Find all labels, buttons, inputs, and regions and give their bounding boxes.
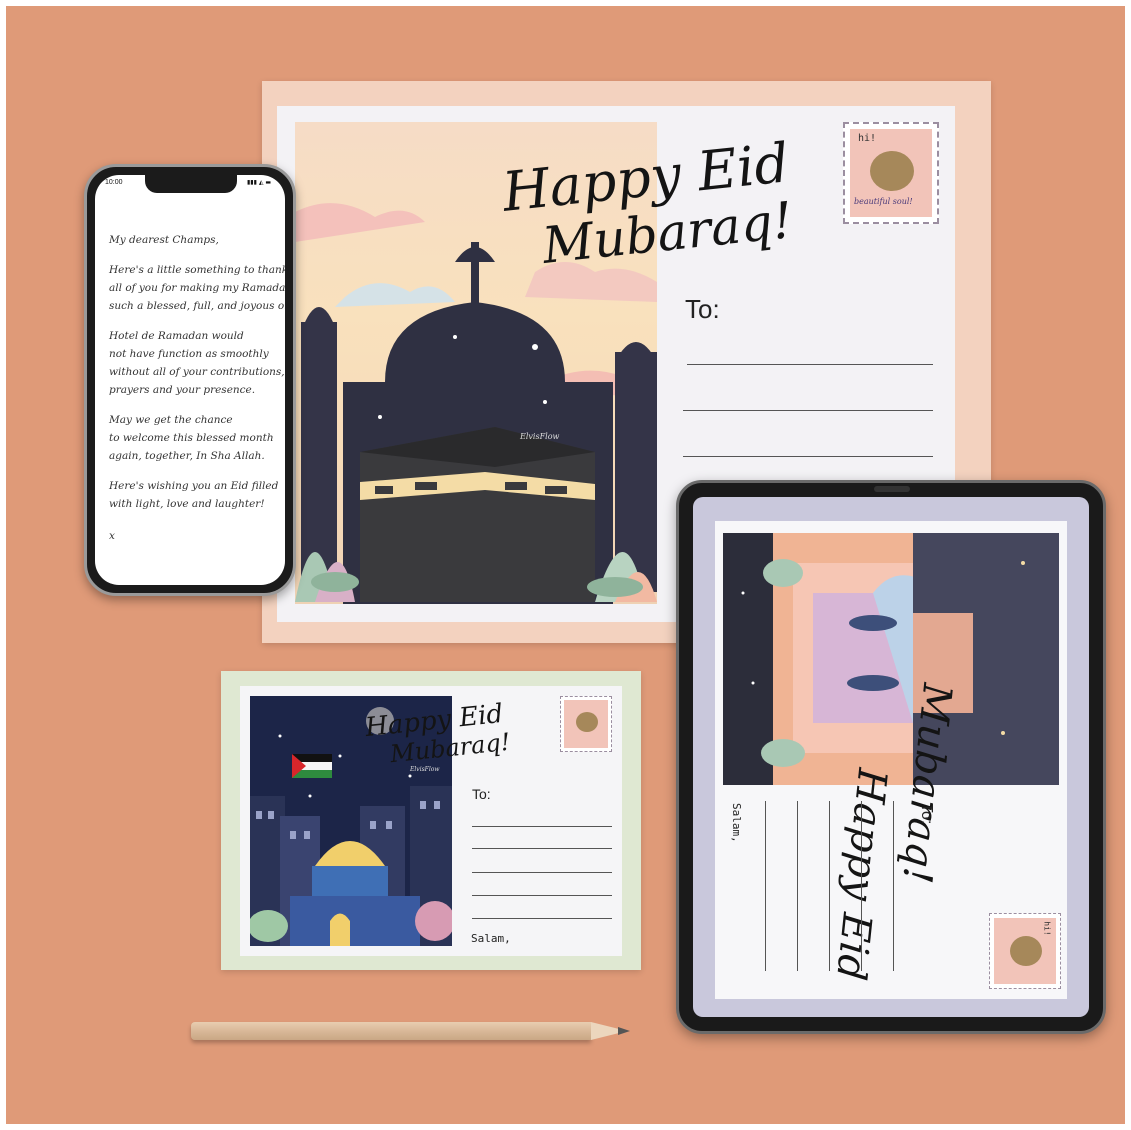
letter-p1-line3: such a blessed, full, and joyous one. bbox=[109, 300, 285, 312]
small-bear-icon bbox=[576, 712, 598, 732]
tablet-illustration bbox=[723, 533, 1059, 785]
tablet-bear-icon bbox=[1010, 936, 1042, 966]
main-address-line-3 bbox=[683, 456, 933, 457]
main-to-label: To: bbox=[685, 294, 720, 324]
letter-signoff: x bbox=[109, 530, 115, 542]
arch-illustration bbox=[723, 533, 1059, 785]
letter-p2-line2: not have function as smoothly bbox=[109, 348, 269, 360]
small-address-line-5 bbox=[472, 918, 612, 919]
small-stamp bbox=[560, 696, 612, 752]
tablet-camera bbox=[874, 486, 910, 492]
scene-background: ElvisFlow Happy Eid Mubaraq! hi! beautif… bbox=[6, 6, 1125, 1124]
phone-notch bbox=[145, 175, 237, 193]
letter-p1-line1: Here's a little something to thank bbox=[109, 264, 285, 276]
main-address-line-2 bbox=[683, 410, 933, 411]
tablet-postcard: Happy Eid Mubaraq! To: Salam, hi! bbox=[715, 521, 1067, 999]
letter-p1-line2: all of you for making my Ramadan bbox=[109, 282, 285, 294]
main-stamp: hi! beautiful soul! bbox=[843, 122, 939, 224]
letter-p3-line2: to welcome this blessed month bbox=[109, 432, 274, 444]
tablet: Happy Eid Mubaraq! To: Salam, hi! bbox=[676, 480, 1106, 1034]
small-to-label: To: bbox=[472, 786, 491, 802]
tablet-address-line-2 bbox=[797, 801, 798, 971]
phone-status-time: 10:00 bbox=[105, 179, 123, 186]
letter-p2-line4: prayers and your presence. bbox=[109, 384, 256, 396]
tablet-address-line-4 bbox=[861, 801, 862, 971]
letter-p4-line2: with light, love and laughter! bbox=[109, 498, 265, 510]
tablet-stamp-hi: hi! bbox=[1042, 921, 1052, 936]
small-address-line-4 bbox=[472, 895, 612, 896]
main-address-line-1 bbox=[687, 364, 933, 365]
tablet-stamp: hi! bbox=[989, 913, 1061, 989]
small-illustration-signature: ElvisFlow bbox=[410, 766, 440, 773]
pencil-lead bbox=[618, 1027, 630, 1035]
letter-p4-line1: Here's wishing you an Eid filled bbox=[109, 480, 279, 492]
phone-letter: My dearest Champs, Here's a little somet… bbox=[109, 231, 285, 545]
small-address-line-1 bbox=[472, 826, 612, 827]
tablet-screen: Happy Eid Mubaraq! To: Salam, hi! bbox=[693, 497, 1089, 1017]
tablet-address-line-3 bbox=[829, 801, 830, 971]
letter-p2-line1: Hotel de Ramadan would bbox=[109, 330, 244, 342]
small-address-line-2 bbox=[472, 848, 612, 849]
bear-icon bbox=[870, 151, 914, 191]
pencil bbox=[191, 1022, 591, 1040]
tablet-salam: Salam, bbox=[730, 803, 743, 843]
main-stamp-hi: hi! bbox=[858, 133, 877, 144]
letter-p2-line3: without all of your contributions, bbox=[109, 366, 285, 378]
main-stamp-caption: beautiful soul! bbox=[854, 197, 913, 206]
letter-p3-line3: again, together, In Sha Allah. bbox=[109, 450, 265, 462]
phone: 10:00 ▮▮▮ ◭ ▬ My dearest Champs, Here's … bbox=[84, 164, 296, 596]
small-salam: Salam, bbox=[471, 932, 511, 945]
letter-greeting: My dearest Champs, bbox=[109, 234, 219, 246]
small-postcard: ElvisFlow Happy Eid Mubaraq! To: Salam, bbox=[240, 686, 622, 956]
tablet-to-label: To: bbox=[918, 803, 935, 825]
letter-p3-line1: May we get the chance bbox=[109, 414, 233, 426]
illustration-signature: ElvisFlow bbox=[520, 432, 560, 441]
phone-screen: 10:00 ▮▮▮ ◭ ▬ My dearest Champs, Here's … bbox=[95, 175, 285, 585]
phone-status-icons: ▮▮▮ ◭ ▬ bbox=[247, 179, 272, 186]
small-address-line-3 bbox=[472, 872, 612, 873]
tablet-address-line-5 bbox=[893, 801, 894, 971]
tablet-address-line-1 bbox=[765, 801, 766, 971]
